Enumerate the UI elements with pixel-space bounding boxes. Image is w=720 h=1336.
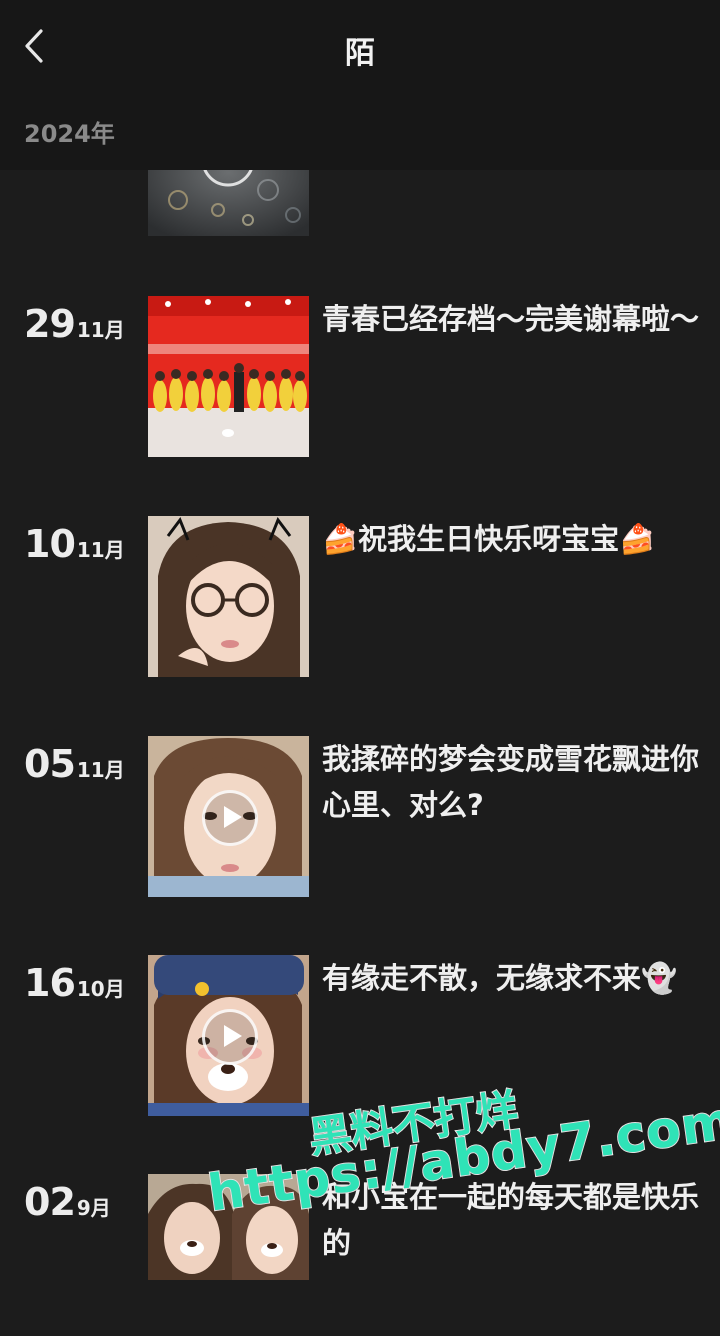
post-caption: 有缘走不散，无缘求不来👻: [322, 961, 678, 995]
play-icon[interactable]: [202, 1009, 258, 1065]
post-item: 29 11月 青春已经存档～完美谢幕啦～: [0, 296, 720, 458]
post-item: 05 11月 我揉碎的梦会变成雪花飘进你心里、对么?: [0, 736, 720, 898]
post-caption: 青春已经存档～完美谢幕啦～: [322, 302, 700, 336]
post-thumbnail[interactable]: [148, 516, 309, 677]
post-date: 16 10月: [24, 961, 125, 1005]
post-thumbnail[interactable]: [148, 736, 309, 897]
post-thumbnail[interactable]: [148, 296, 309, 457]
post-date: 05 11月: [24, 742, 125, 786]
post-item: 10 11月 🍰祝我生日快乐呀宝宝🍰: [0, 516, 720, 678]
top-bar: 陌 2024年: [0, 0, 720, 170]
play-icon[interactable]: [202, 790, 258, 846]
post-date: 02 9月: [24, 1180, 111, 1224]
post-caption: 我揉碎的梦会变成雪花飘进你心里、对么?: [322, 742, 700, 822]
post-thumbnail[interactable]: [148, 955, 309, 1116]
post-date: 29 11月: [24, 302, 125, 346]
post-caption: 🍰祝我生日快乐呀宝宝🍰: [322, 522, 656, 556]
post-item: 16 10月 有缘走不散，无缘求不来👻: [0, 955, 720, 1117]
page-title: 陌: [345, 36, 375, 71]
year-label: 2024年: [24, 120, 115, 148]
post-feed: 29 11月 青春已经存档～完美谢幕啦～ 10 11月 🍰祝我生日快乐呀宝宝🍰 …: [0, 0, 720, 1280]
post-date: 10 11月: [24, 522, 125, 566]
